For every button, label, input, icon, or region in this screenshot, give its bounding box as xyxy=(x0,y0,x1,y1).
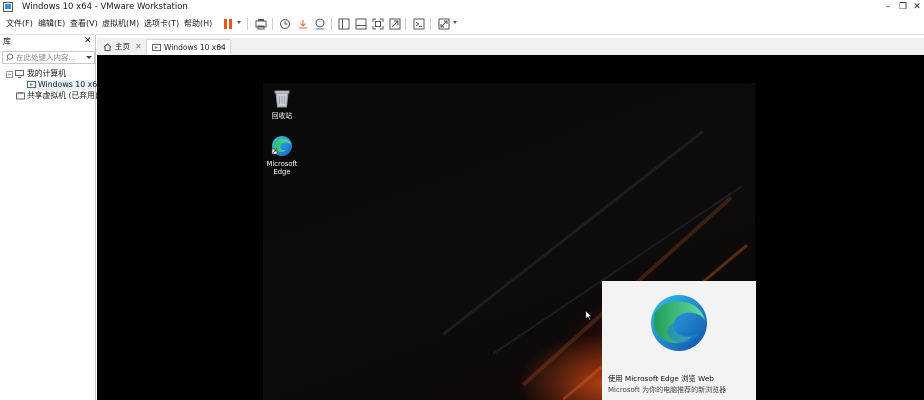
shared-vms-icon xyxy=(16,92,25,100)
tree-item-label: Windows 10 x64 xyxy=(38,80,103,89)
tree-item-my-computer[interactable]: − 我的计算机 xyxy=(6,69,94,79)
menu-edit[interactable]: 编辑(E) xyxy=(38,19,65,29)
vm-running-icon xyxy=(152,44,161,51)
desktop-icon-label: Microsoft Edge xyxy=(266,160,298,176)
edge-logo-icon xyxy=(651,295,707,351)
toolbar-separator xyxy=(247,18,248,30)
minimize-button[interactable]: – xyxy=(880,0,896,14)
library-header: 库 ✕ xyxy=(0,35,95,49)
tab-label: Windows 10 x64 xyxy=(164,43,226,52)
tab-label: 主页 xyxy=(115,42,130,51)
vm-console[interactable]: 回收站 Microsoft Edge 使用 Microsoft Edge 浏览 … xyxy=(97,55,924,400)
desktop-icon-edge[interactable]: Microsoft Edge xyxy=(263,135,302,176)
library-search-placeholder: 在此处键入内容... xyxy=(16,53,76,62)
show-library-icon[interactable] xyxy=(337,17,351,31)
tab-home[interactable]: 主页 ✕ xyxy=(98,39,144,55)
tree-item-shared-vms[interactable]: 共享虚拟机 (已弃用) xyxy=(16,91,98,101)
toolbar-separator xyxy=(405,18,406,30)
pause-icon[interactable] xyxy=(221,17,235,31)
toolbar-separator xyxy=(272,18,273,30)
menu-tabs[interactable]: 选项卡(T) xyxy=(144,19,179,29)
edge-notification-toast[interactable]: 使用 Microsoft Edge 浏览 Web Microsoft 为你的电脑… xyxy=(602,281,756,400)
tree-item-windows-10-vm[interactable]: Windows 10 x64 xyxy=(26,80,102,90)
toast-subtitle: Microsoft 为你的电脑推荐的新浏览器 xyxy=(608,386,727,394)
unity-icon[interactable] xyxy=(388,17,402,31)
menu-vm[interactable]: 虚拟机(M) xyxy=(102,19,139,29)
thumbnail-bar-icon[interactable] xyxy=(354,17,368,31)
tab-windows-10-x64[interactable]: Windows 10 x64 ✕ xyxy=(146,39,231,56)
tab-close-icon[interactable]: ✕ xyxy=(218,42,225,54)
snapshot-icon[interactable] xyxy=(278,17,292,31)
menu-view[interactable]: 查看(V) xyxy=(70,19,98,29)
revert-snapshot-icon[interactable] xyxy=(296,17,310,31)
mouse-cursor-icon xyxy=(585,310,593,321)
menu-file[interactable]: 文件(F) xyxy=(6,19,33,29)
library-panel: 库 ✕ 在此处键入内容... − 我的计算机 Windows 10 x64 共享… xyxy=(0,35,102,400)
menu-help[interactable]: 帮助(H) xyxy=(184,19,212,29)
tree-item-label: 共享虚拟机 (已弃用) xyxy=(27,91,98,100)
toolbar-separator xyxy=(430,18,431,30)
menu-toolbar: 文件(F) 编辑(E) 查看(V) 虚拟机(M) 选项卡(T) 帮助(H) xyxy=(0,14,924,35)
snapshot-manager-icon[interactable] xyxy=(313,17,327,31)
library-close-button[interactable]: ✕ xyxy=(84,36,92,47)
send-ctrl-alt-del-icon[interactable] xyxy=(254,17,268,31)
stretch-guest-icon[interactable] xyxy=(437,17,451,31)
home-icon xyxy=(103,43,112,51)
toolbar-separator xyxy=(331,18,332,30)
vmware-app-icon xyxy=(3,2,13,12)
stretch-dropdown-arrow[interactable] xyxy=(453,21,457,24)
computer-icon xyxy=(15,70,24,78)
vm-running-icon xyxy=(27,81,36,88)
full-screen-icon[interactable] xyxy=(371,17,385,31)
desktop-icon-label: 回收站 xyxy=(271,112,293,120)
desktop-icon-recycle-bin[interactable]: 回收站 xyxy=(263,87,302,120)
recycle-bin-icon xyxy=(274,90,290,108)
library-search-input[interactable]: 在此处键入内容... xyxy=(2,51,95,64)
edge-icon xyxy=(271,136,292,156)
window-title: Windows 10 x64 - VMware Workstation xyxy=(22,2,188,12)
search-dropdown-arrow[interactable] xyxy=(86,56,92,59)
toast-title: 使用 Microsoft Edge 浏览 Web xyxy=(608,374,714,383)
pause-dropdown-arrow[interactable] xyxy=(237,21,241,24)
tree-item-label: 我的计算机 xyxy=(27,69,66,78)
library-title: 库 xyxy=(3,37,11,46)
collapse-toggle-icon[interactable]: − xyxy=(6,71,13,78)
console-icon[interactable] xyxy=(412,17,426,31)
search-icon xyxy=(6,53,14,62)
tab-close-icon[interactable]: ✕ xyxy=(135,41,142,53)
close-button[interactable]: ✕ xyxy=(909,0,924,14)
title-bar: Windows 10 x64 - VMware Workstation – ❐ … xyxy=(0,0,924,14)
tab-bar: 主页 ✕ Windows 10 x64 ✕ xyxy=(97,38,924,56)
